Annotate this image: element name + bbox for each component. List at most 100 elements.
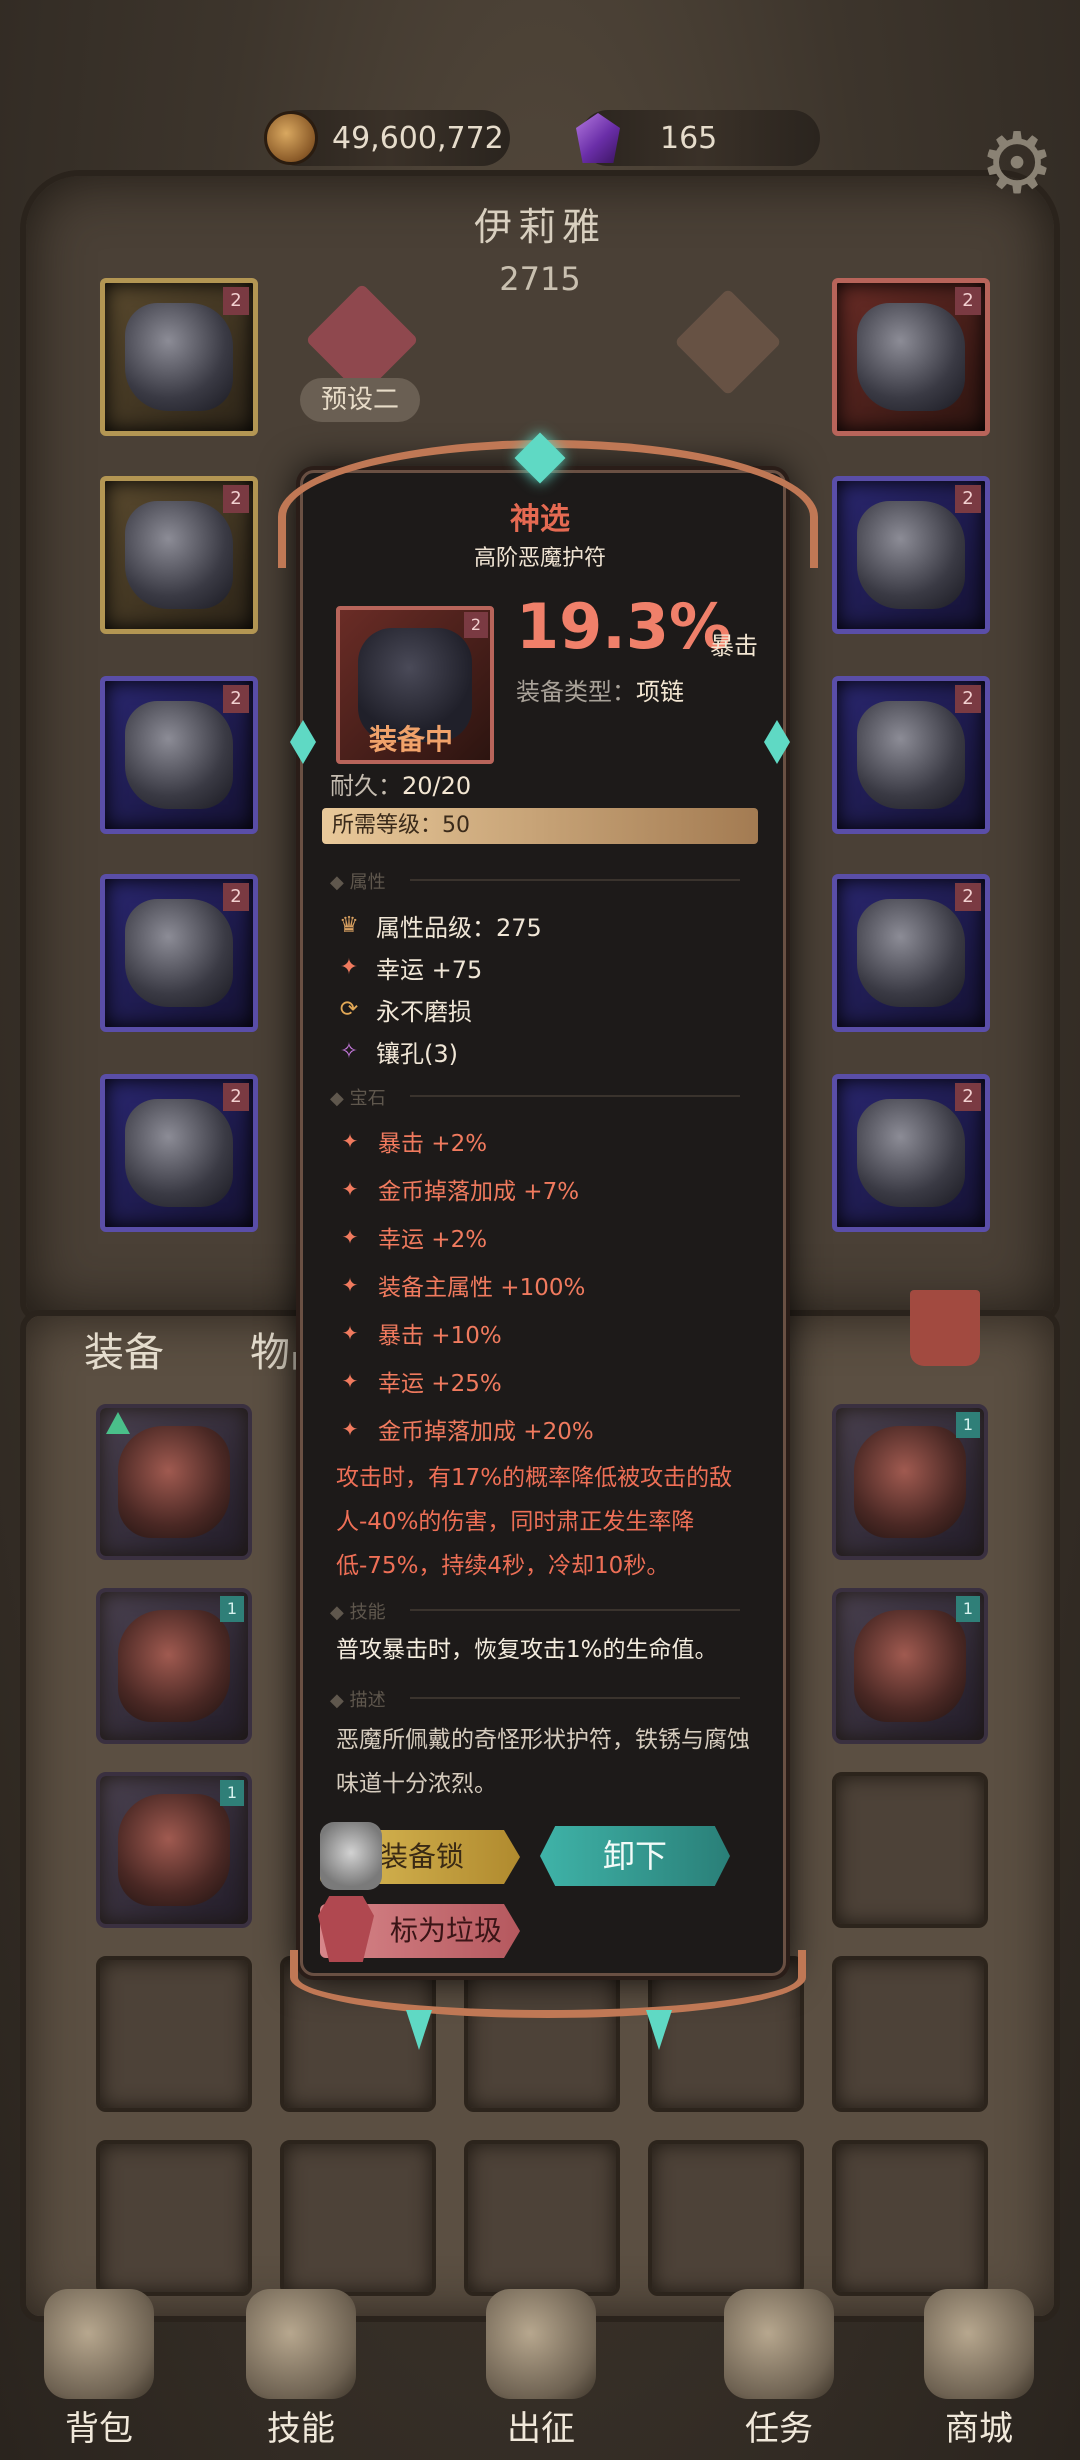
section-gems: ◆ 宝石 xyxy=(330,1084,760,1110)
gem-text: 幸运 +25% xyxy=(378,1371,502,1397)
section-label: 宝石 xyxy=(349,1088,386,1109)
socket-icon: ✧ xyxy=(339,1038,359,1064)
lock-icon[interactable] xyxy=(320,1822,382,1890)
description-text: 恶魔所佩戴的奇怪形状护符，铁锈与腐蚀味道十分浓烈。 xyxy=(336,1727,750,1797)
gear-icon[interactable]: ⚙ xyxy=(974,120,1060,206)
pants-icon xyxy=(125,899,233,1007)
purple-gem-icon xyxy=(576,113,620,163)
nav-shop[interactable]: 商城 xyxy=(904,2289,1054,2450)
equip-slot-gloves[interactable]: 2 xyxy=(100,676,258,834)
bag-slot[interactable]: 1 xyxy=(96,1772,252,1928)
gold-counter: 49,600,772 xyxy=(264,110,510,166)
durability-label: 耐久： xyxy=(330,772,402,800)
level-req-value: 50 xyxy=(442,813,471,838)
nav-quests[interactable]: 任务 xyxy=(704,2289,854,2450)
attribute-text: 属性品级：275 xyxy=(376,914,542,942)
equip-slot-boots[interactable]: 2 xyxy=(100,1074,258,1232)
gem-row: ✦ 幸运 +2% xyxy=(338,1220,487,1254)
gem-bullet-icon: ✦ xyxy=(341,1321,359,1345)
unequip-button[interactable]: 卸下 xyxy=(540,1826,730,1886)
gem-counter: 165 xyxy=(576,110,820,166)
nav-label: 技能 xyxy=(267,2409,335,2449)
tab-equipment[interactable]: 装备 xyxy=(84,1320,164,1378)
snake-ring-icon xyxy=(118,1794,230,1906)
gold-coin-icon xyxy=(264,111,318,165)
boots-icon xyxy=(125,1099,233,1207)
equip-slot-necklace[interactable]: 2 xyxy=(832,278,990,436)
equip-slot-weapon[interactable]: 2 xyxy=(832,874,990,1032)
gem-text: 装备主属性 +100% xyxy=(378,1275,586,1301)
tier-badge: 2 xyxy=(955,287,981,315)
wand-icon xyxy=(857,899,965,1007)
section-label: 技能 xyxy=(349,1602,386,1623)
trash-icon[interactable] xyxy=(910,1290,980,1366)
bag-slot[interactable] xyxy=(96,1404,252,1560)
durability: 耐久：20/20 xyxy=(330,766,471,801)
bag-slot-empty[interactable] xyxy=(832,2140,988,2296)
tier-badge: 2 xyxy=(223,883,249,911)
gem-row: ✦ 装备主属性 +100% xyxy=(338,1268,586,1302)
gem-row: ✦ 幸运 +25% xyxy=(338,1364,502,1398)
necklace-icon xyxy=(857,303,965,411)
tier-badge: 2 xyxy=(223,685,249,713)
level-req-label: 所需等级： xyxy=(332,813,443,838)
equip-slot-helmet[interactable]: 2 xyxy=(100,278,258,436)
bag-slot-empty[interactable] xyxy=(96,2140,252,2296)
tier-badge: 2 xyxy=(464,612,488,638)
gem-text: 金币掉落加成 +7% xyxy=(378,1179,580,1205)
attribute-text: 镶孔(3) xyxy=(376,1040,458,1068)
nav-bag[interactable]: 背包 xyxy=(24,2289,174,2450)
helmet-icon xyxy=(125,303,233,411)
crown-icon: ♛ xyxy=(339,912,359,938)
section-description: ◆ 描述 xyxy=(330,1686,760,1712)
gloves-icon xyxy=(125,701,233,809)
tier-badge: 2 xyxy=(955,685,981,713)
equip-slot-pants[interactable]: 2 xyxy=(100,874,258,1032)
bag-slot[interactable]: 1 xyxy=(832,1588,988,1744)
upgrade-arrow-icon xyxy=(106,1412,130,1434)
bag-slot-empty[interactable] xyxy=(832,1956,988,2112)
equip-slot-ring2[interactable]: 2 xyxy=(832,676,990,834)
durability-value: 20/20 xyxy=(402,772,472,800)
quest-icon xyxy=(724,2289,834,2399)
bag-slot[interactable]: 1 xyxy=(96,1588,252,1744)
bag-slot-empty[interactable] xyxy=(832,1772,988,1928)
tier-badge: 2 xyxy=(955,485,981,513)
equip-slot-armor[interactable]: 2 xyxy=(100,476,258,634)
gem-text: 幸运 +2% xyxy=(378,1227,488,1253)
item-type-value: 项链 xyxy=(636,678,684,706)
bag-slot[interactable]: 1 xyxy=(832,1404,988,1560)
item-name: 高阶恶魔护符 xyxy=(473,546,606,571)
gem-row: ✦ 金币掉落加成 +20% xyxy=(338,1412,594,1446)
attribute-row: ✦ 幸运 +75 xyxy=(336,950,483,985)
equip-slot-offhand[interactable]: 2 xyxy=(832,1074,990,1232)
bag-slot-empty[interactable] xyxy=(648,2140,804,2296)
gem-bullet-icon: ✦ xyxy=(341,1417,359,1441)
character-name: 伊莉雅 xyxy=(473,205,606,249)
section-label: 属性 xyxy=(349,872,386,893)
tier-badge: 2 xyxy=(955,883,981,911)
gem-text: 金币掉落加成 +20% xyxy=(378,1419,594,1445)
bag-slot-empty[interactable] xyxy=(464,2140,620,2296)
gem-row: ✦ 暴击 +10% xyxy=(338,1316,502,1350)
bag-slot-empty[interactable] xyxy=(280,2140,436,2296)
item-type-label: 装备类型： xyxy=(516,678,636,706)
tier-badge: 1 xyxy=(220,1596,244,1622)
main-stat-name: 暴击 xyxy=(710,632,758,660)
nav-label: 任务 xyxy=(745,2409,813,2449)
section-label: 描述 xyxy=(349,1690,386,1711)
bag-slot-empty[interactable] xyxy=(96,1956,252,2112)
gem-row: ✦ 金币掉落加成 +7% xyxy=(338,1172,579,1206)
nav-skills[interactable]: 技能 xyxy=(226,2289,376,2450)
attribute-text: 幸运 +75 xyxy=(376,956,483,984)
armor-icon xyxy=(125,501,233,609)
skill-text: 普攻暴击时，恢复攻击1%的生命值。 xyxy=(336,1637,718,1663)
equip-slot-ring1[interactable]: 2 xyxy=(832,476,990,634)
nav-expedition[interactable]: 出征 xyxy=(466,2289,616,2450)
preset-button[interactable]: 预设二 xyxy=(300,378,420,422)
gem-bullet-icon: ✦ xyxy=(341,1225,359,1249)
ring-icon xyxy=(857,701,965,809)
section-attributes: ◆ 属性 xyxy=(330,868,760,894)
gem-bullet-icon: ✦ xyxy=(341,1273,359,1297)
refresh-icon: ⟳ xyxy=(339,996,359,1022)
